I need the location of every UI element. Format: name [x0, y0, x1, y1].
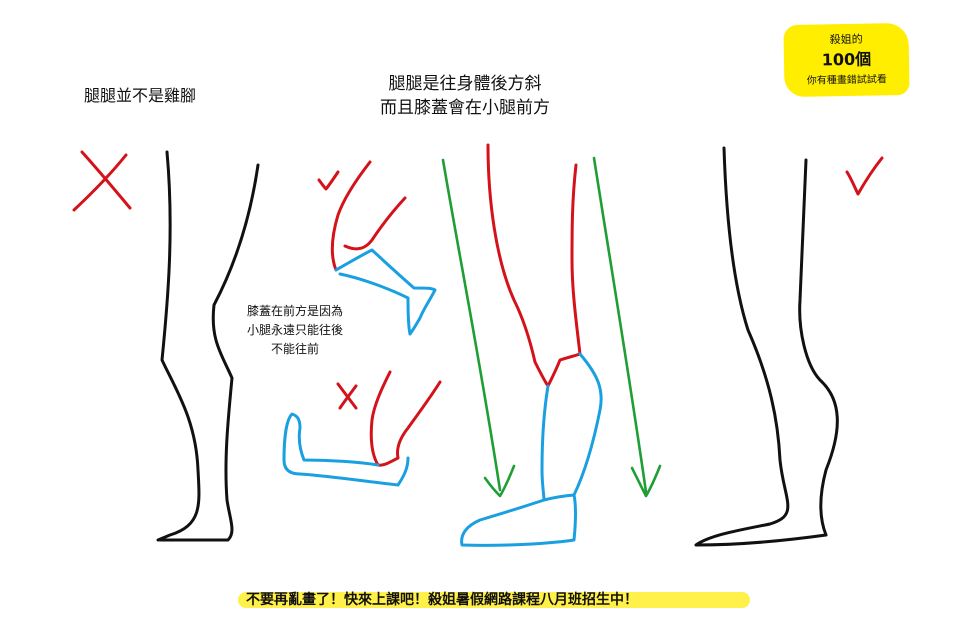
wrong-leg-drawing [156, 150, 260, 542]
correct-check-icon [845, 156, 884, 196]
wrong-x-mark-icon [72, 150, 132, 212]
knee-explanation-note: 膝蓋在前方是因為 小腿永遠只能往後 不能往前 [247, 302, 343, 359]
heading-legs-not-chicken-feet: 腿腿並不是雞腳 [84, 86, 197, 105]
center-leg-drawing [460, 143, 603, 547]
badge-line-2: 100個 [821, 49, 872, 70]
heading-line-2: 而且膝蓋會在小腿前方 [380, 98, 550, 118]
down-arrow-right-icon [592, 156, 662, 498]
note-line-2: 小腿永遠只能往後 [247, 323, 344, 337]
note-line-1: 膝蓋在前方是因為 [247, 304, 344, 318]
note-line-3: 不能往前 [271, 342, 320, 356]
series-badge: 殺姐的 100個 你有種畫錯試試看 [783, 22, 910, 98]
correct-leg-drawing [694, 146, 839, 547]
small-leg-wrong [282, 370, 442, 487]
down-arrow-left-icon [441, 158, 516, 498]
heading-legs-slant-back: 腿腿是往身體後方斜 而且膝蓋會在小腿前方 [380, 72, 550, 120]
badge-line-3: 你有種畫錯試試看 [806, 74, 887, 87]
heading-line-1: 腿腿是往身體後方斜 [388, 74, 542, 94]
course-promo-banner: 不要再亂畫了！快來上課吧！殺姐暑假網路課程八月班招生中！ [246, 592, 638, 608]
